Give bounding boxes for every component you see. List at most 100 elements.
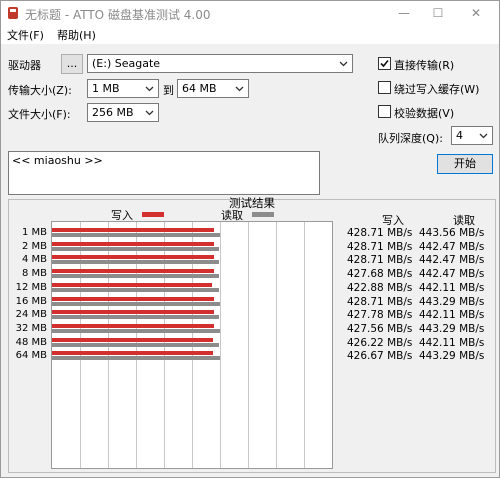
- verify-label: 校验数据(V): [394, 107, 455, 120]
- disk-app-icon: [8, 7, 18, 19]
- chevron-down-icon: [145, 86, 154, 92]
- chevron-down-icon: [145, 110, 154, 116]
- write-bar: [52, 269, 214, 274]
- transfer-size-tick-label: 8 MB: [21, 268, 47, 280]
- write-value-label: 428.71 MB/s: [347, 240, 413, 253]
- read-value-label: 443.29 MB/s: [419, 295, 485, 308]
- write-bar: [52, 241, 215, 246]
- transfer-to-select[interactable]: 64 MB: [177, 79, 249, 98]
- write-bar: [52, 255, 215, 260]
- direct-io-checkbox[interactable]: [378, 57, 391, 70]
- description-textarea[interactable]: << miaoshu >>: [8, 151, 320, 195]
- write-value-label: 428.71 MB/s: [347, 295, 413, 308]
- transfer-size-tick-label: 32 MB: [15, 322, 47, 334]
- chevron-down-icon: [339, 61, 348, 67]
- write-value-label: 428.71 MB/s: [347, 227, 413, 239]
- queue-depth-value: 4: [456, 129, 463, 142]
- read-value-label: 442.11 MB/s: [419, 281, 485, 294]
- drive-select-value: (E:) Seagate: [92, 57, 161, 70]
- legend-write-swatch: [142, 212, 164, 217]
- transfer-size-tick-label: 1 MB: [21, 227, 47, 238]
- read-value-label: 443.29 MB/s: [419, 322, 485, 335]
- read-bar: [52, 287, 220, 292]
- chevron-down-icon: [235, 86, 244, 92]
- transfer-size-tick-label: 4 MB: [21, 254, 47, 266]
- write-value-label: 426.22 MB/s: [347, 336, 413, 349]
- write-value-label: 427.78 MB/s: [347, 309, 413, 322]
- read-value-label: 442.47 MB/s: [419, 240, 485, 253]
- transfer-to-value: 64 MB: [182, 82, 217, 95]
- legend-read-swatch: [252, 212, 274, 217]
- read-value-label: 443.56 MB/s: [419, 227, 485, 239]
- bypass-cache-checkbox[interactable]: [378, 81, 391, 94]
- maximize-icon[interactable]: ☐: [423, 3, 453, 23]
- file-size-label: 文件大小(F):: [8, 108, 71, 121]
- window-title: 无标题 - ATTO 磁盘基准测试 4.00: [25, 8, 211, 22]
- transfer-from-value: 1 MB: [92, 82, 120, 95]
- read-bar: [52, 233, 220, 237]
- read-bar: [52, 274, 220, 279]
- chart-gridline: [276, 222, 277, 468]
- minimize-icon[interactable]: —: [389, 3, 419, 23]
- write-column-header: 写入: [382, 214, 404, 227]
- write-bar: [52, 337, 214, 342]
- transfer-size-tick-label: 24 MB: [15, 309, 47, 321]
- read-bar: [52, 356, 220, 361]
- write-bar: [52, 228, 215, 232]
- menu-help[interactable]: 帮助(H): [57, 27, 96, 43]
- menu-bar: 文件(F) 帮助(H): [1, 25, 499, 44]
- title-bar: 无标题 - ATTO 磁盘基准测试 4.00 — ☐ ✕: [1, 1, 499, 25]
- browse-button[interactable]: ...: [61, 54, 83, 74]
- description-text: << miaoshu >>: [12, 154, 103, 167]
- transfer-size-tick-label: 64 MB: [15, 350, 47, 362]
- read-bar: [52, 246, 220, 251]
- transfer-size-tick-label: 2 MB: [21, 240, 47, 252]
- verify-checkbox[interactable]: [378, 105, 391, 118]
- menu-file[interactable]: 文件(F): [7, 27, 44, 43]
- read-value-label: 442.47 MB/s: [419, 254, 485, 267]
- chart-gridline: [220, 222, 221, 468]
- to-label: 到: [163, 84, 174, 97]
- transfer-size-tick-label: 16 MB: [15, 295, 47, 307]
- direct-io-label: 直接传输(R): [394, 59, 455, 72]
- transfer-size-tick-label: 12 MB: [15, 281, 47, 293]
- write-value-label: 427.56 MB/s: [347, 322, 413, 335]
- chart-gridline: [248, 222, 249, 468]
- queue-depth-label: 队列深度(Q):: [378, 132, 443, 145]
- read-value-label: 442.11 MB/s: [419, 336, 485, 349]
- read-value-label: 442.47 MB/s: [419, 268, 485, 281]
- read-bar: [52, 301, 220, 306]
- chart-gridline: [304, 222, 305, 468]
- close-icon[interactable]: ✕: [461, 3, 491, 23]
- chevron-down-icon: [479, 133, 488, 139]
- write-bar: [52, 296, 215, 301]
- read-bar: [52, 260, 220, 265]
- app-window: 无标题 - ATTO 磁盘基准测试 4.00 — ☐ ✕ 文件(F) 帮助(H)…: [0, 0, 500, 478]
- write-value-label: 428.71 MB/s: [347, 254, 413, 267]
- read-bar: [52, 342, 220, 347]
- transfer-from-select[interactable]: 1 MB: [87, 79, 159, 98]
- queue-depth-select[interactable]: 4: [451, 126, 493, 145]
- read-bar: [52, 328, 220, 333]
- write-bar: [52, 351, 214, 356]
- drive-select[interactable]: (E:) Seagate: [87, 54, 353, 73]
- check-icon: [380, 59, 389, 68]
- transfer-size-tick-label: 48 MB: [15, 336, 47, 348]
- read-value-label: 443.29 MB/s: [419, 350, 485, 363]
- results-chart-plot: [51, 221, 333, 469]
- start-button[interactable]: 开始: [437, 154, 493, 174]
- drive-label: 驱动器: [8, 59, 41, 72]
- write-value-label: 422.88 MB/s: [347, 281, 413, 294]
- read-bar: [52, 315, 220, 320]
- transfer-size-label: 传输大小(Z):: [8, 84, 72, 97]
- file-size-value: 256 MB: [92, 106, 134, 119]
- write-value-label: 427.68 MB/s: [347, 268, 413, 281]
- bypass-cache-label: 绕过写入缓存(W): [394, 83, 480, 96]
- write-bar: [52, 282, 212, 287]
- write-bar: [52, 310, 214, 315]
- file-size-select[interactable]: 256 MB: [87, 103, 159, 122]
- read-value-label: 442.11 MB/s: [419, 309, 485, 322]
- write-value-label: 426.67 MB/s: [347, 350, 413, 363]
- read-column-header: 读取: [453, 214, 475, 227]
- write-bar: [52, 323, 214, 328]
